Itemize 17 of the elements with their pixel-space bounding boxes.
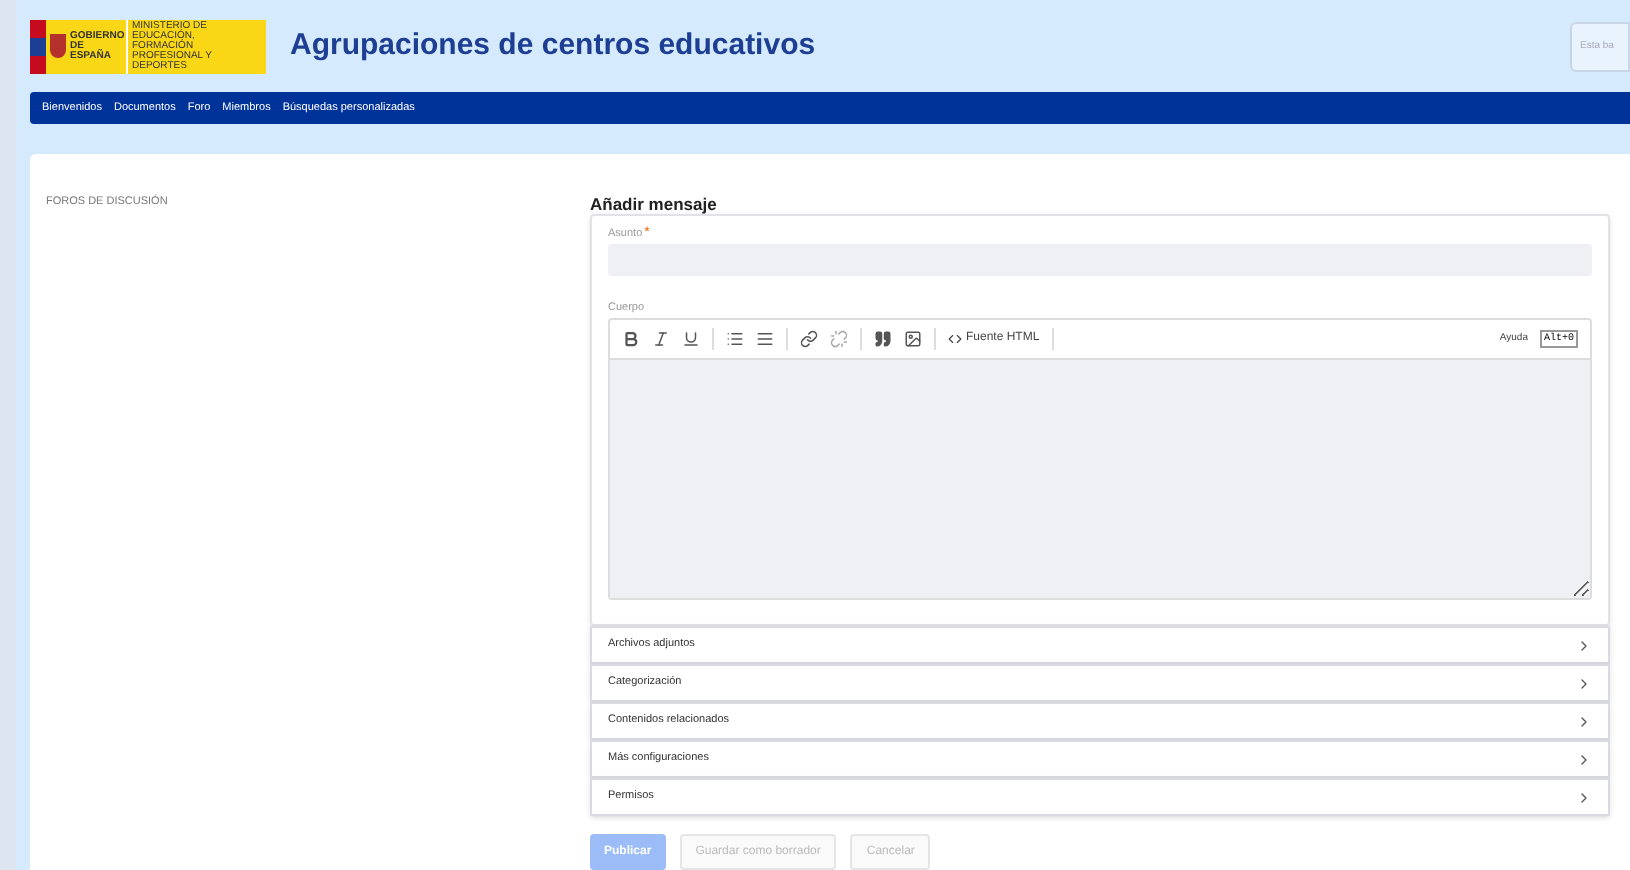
quote-icon[interactable]: [874, 330, 892, 348]
chevron-icon: [1576, 751, 1592, 767]
chevron-icon: [1576, 675, 1592, 691]
form-title: Añadir mensaje: [590, 192, 719, 214]
image-icon[interactable]: [904, 330, 922, 348]
bulleted-list-icon[interactable]: [726, 330, 744, 348]
site-title: Agrupaciones de centros educativos: [290, 25, 816, 66]
chevron-icon: [1576, 713, 1592, 729]
bold-icon[interactable]: [622, 330, 640, 348]
flag-icon: [30, 19, 46, 73]
coat-of-arms-icon: [50, 34, 66, 58]
chevron-icon: [1576, 789, 1592, 805]
italic-icon[interactable]: [652, 330, 670, 348]
underline-icon[interactable]: [682, 330, 700, 348]
link-icon[interactable]: [800, 330, 818, 348]
code-icon: [948, 332, 962, 346]
chevron-icon: [1576, 637, 1592, 653]
